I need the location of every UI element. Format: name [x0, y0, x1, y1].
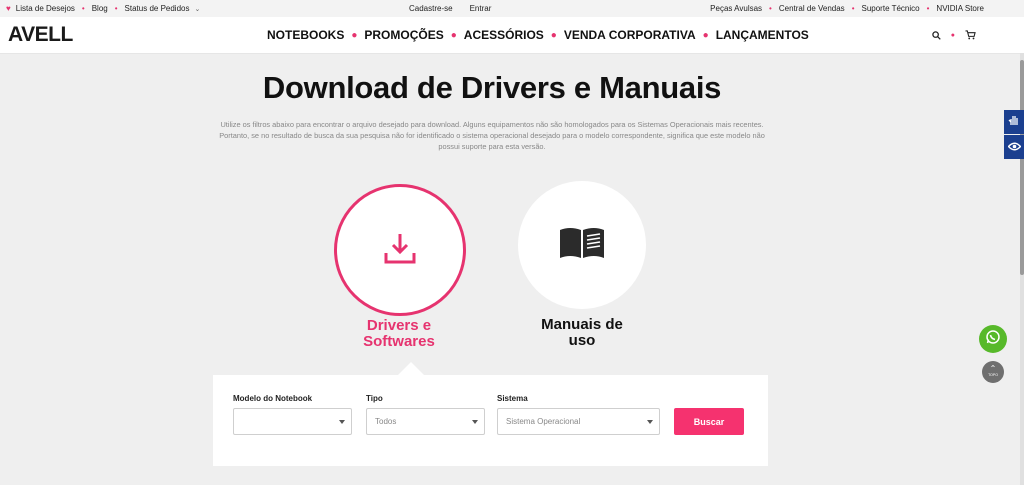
drivers-option-label[interactable]: Drivers e Softwares [339, 318, 459, 350]
drivers-label-line1: Drivers e [366, 317, 432, 334]
cart-icon[interactable] [965, 30, 976, 40]
panel-pointer [397, 362, 425, 376]
hand-icon [1008, 113, 1020, 131]
type-label: Tipo [366, 394, 383, 403]
model-label: Modelo do Notebook [233, 394, 313, 403]
header-icons: ● [932, 17, 976, 53]
nav-acessorios[interactable]: ACESSÓRIOS [464, 28, 544, 42]
caret-down-icon [647, 420, 653, 424]
sign-language-button[interactable] [1004, 110, 1024, 134]
topbar-left: ♥ Lista de Desejos • Blog • Status de Pe… [6, 0, 200, 17]
system-select[interactable]: Sistema Operacional [497, 408, 660, 435]
login-link[interactable]: Entrar [470, 4, 492, 13]
separator-dot: ● [702, 29, 709, 41]
drivers-label-line2: Softwares [363, 333, 435, 350]
main-header: AVELL NOTEBOOKS ● PROMOÇÕES ● ACESSÓRIOS… [0, 17, 1024, 54]
wishlist-link[interactable]: ♥ Lista de Desejos [6, 4, 75, 13]
search-button[interactable]: Buscar [674, 408, 744, 435]
order-status-label: Status de Pedidos [124, 4, 190, 13]
register-link[interactable]: Cadastre-se [409, 4, 453, 13]
type-select[interactable]: Todos [366, 408, 485, 435]
avell-logo[interactable]: AVELL [8, 24, 73, 45]
heart-icon: ♥ [6, 4, 11, 13]
nvidia-store-link[interactable]: NVIDIA Store [936, 4, 984, 13]
blog-link[interactable]: Blog [92, 4, 108, 13]
book-icon [558, 226, 606, 265]
tech-support-link[interactable]: Suporte Técnico [862, 4, 920, 13]
main-nav: NOTEBOOKS ● PROMOÇÕES ● ACESSÓRIOS ● VEN… [267, 17, 809, 53]
separator-dot: • [81, 4, 85, 13]
wishlist-label: Lista de Desejos [15, 4, 75, 13]
model-select[interactable] [233, 408, 352, 435]
page-title: Download de Drivers e Manuais [262, 70, 722, 105]
manuals-option-label[interactable]: Manuais de uso [522, 317, 642, 349]
manuals-option[interactable] [518, 181, 646, 309]
separator-dot: ● [450, 29, 457, 41]
scrollbar-thumb[interactable] [1020, 60, 1024, 275]
type-select-value: Todos [375, 417, 397, 426]
separator-dot: • [769, 4, 772, 13]
manuals-label-line1: Manuais de [541, 316, 623, 333]
nav-promocoes[interactable]: PROMOÇÕES [364, 28, 443, 42]
search-icon[interactable] [932, 30, 941, 40]
back-to-top-button[interactable]: ⌃ TOPO [982, 361, 1004, 383]
nav-notebooks[interactable]: NOTEBOOKS [267, 28, 344, 42]
system-label: Sistema [497, 394, 528, 403]
nav-lancamentos[interactable]: LANÇAMENTOS [716, 28, 809, 42]
manuals-label-line2: uso [568, 332, 596, 349]
order-status-link[interactable]: Status de Pedidos ⌄ [125, 4, 201, 13]
separator-dot: ● [351, 29, 358, 41]
separator-dot: • [851, 4, 855, 13]
sales-center-link[interactable]: Central de Vendas [779, 4, 845, 13]
whatsapp-icon [985, 329, 1001, 350]
download-icon [383, 231, 417, 270]
back-to-top-label: TOPO [988, 373, 998, 377]
page-description: Utilize os filtros abaixo para encontrar… [219, 120, 765, 151]
topbar-right: Peças Avulsas • Central de Vendas • Supo… [710, 0, 984, 17]
whatsapp-button[interactable] [979, 325, 1007, 353]
spare-parts-link[interactable]: Peças Avulsas [710, 4, 762, 13]
separator-dot: ● [550, 29, 557, 41]
separator-dot: • [114, 4, 118, 13]
top-utility-bar: ♥ Lista de Desejos • Blog • Status de Pe… [0, 0, 1024, 17]
nav-venda-corporativa[interactable]: VENDA CORPORATIVA [564, 28, 696, 42]
accessibility-view-button[interactable] [1004, 135, 1024, 159]
separator-dot: ● [950, 31, 955, 39]
system-select-value: Sistema Operacional [506, 417, 581, 426]
caret-down-icon [339, 420, 345, 424]
separator-dot: • [926, 4, 930, 13]
eye-icon [1007, 138, 1021, 156]
chevron-down-icon: ⌄ [194, 5, 201, 13]
topbar-account: Cadastre-se Entrar [409, 0, 491, 17]
chevron-up-icon: ⌃ [989, 364, 997, 373]
caret-down-icon [472, 420, 478, 424]
drivers-option[interactable] [334, 184, 466, 316]
